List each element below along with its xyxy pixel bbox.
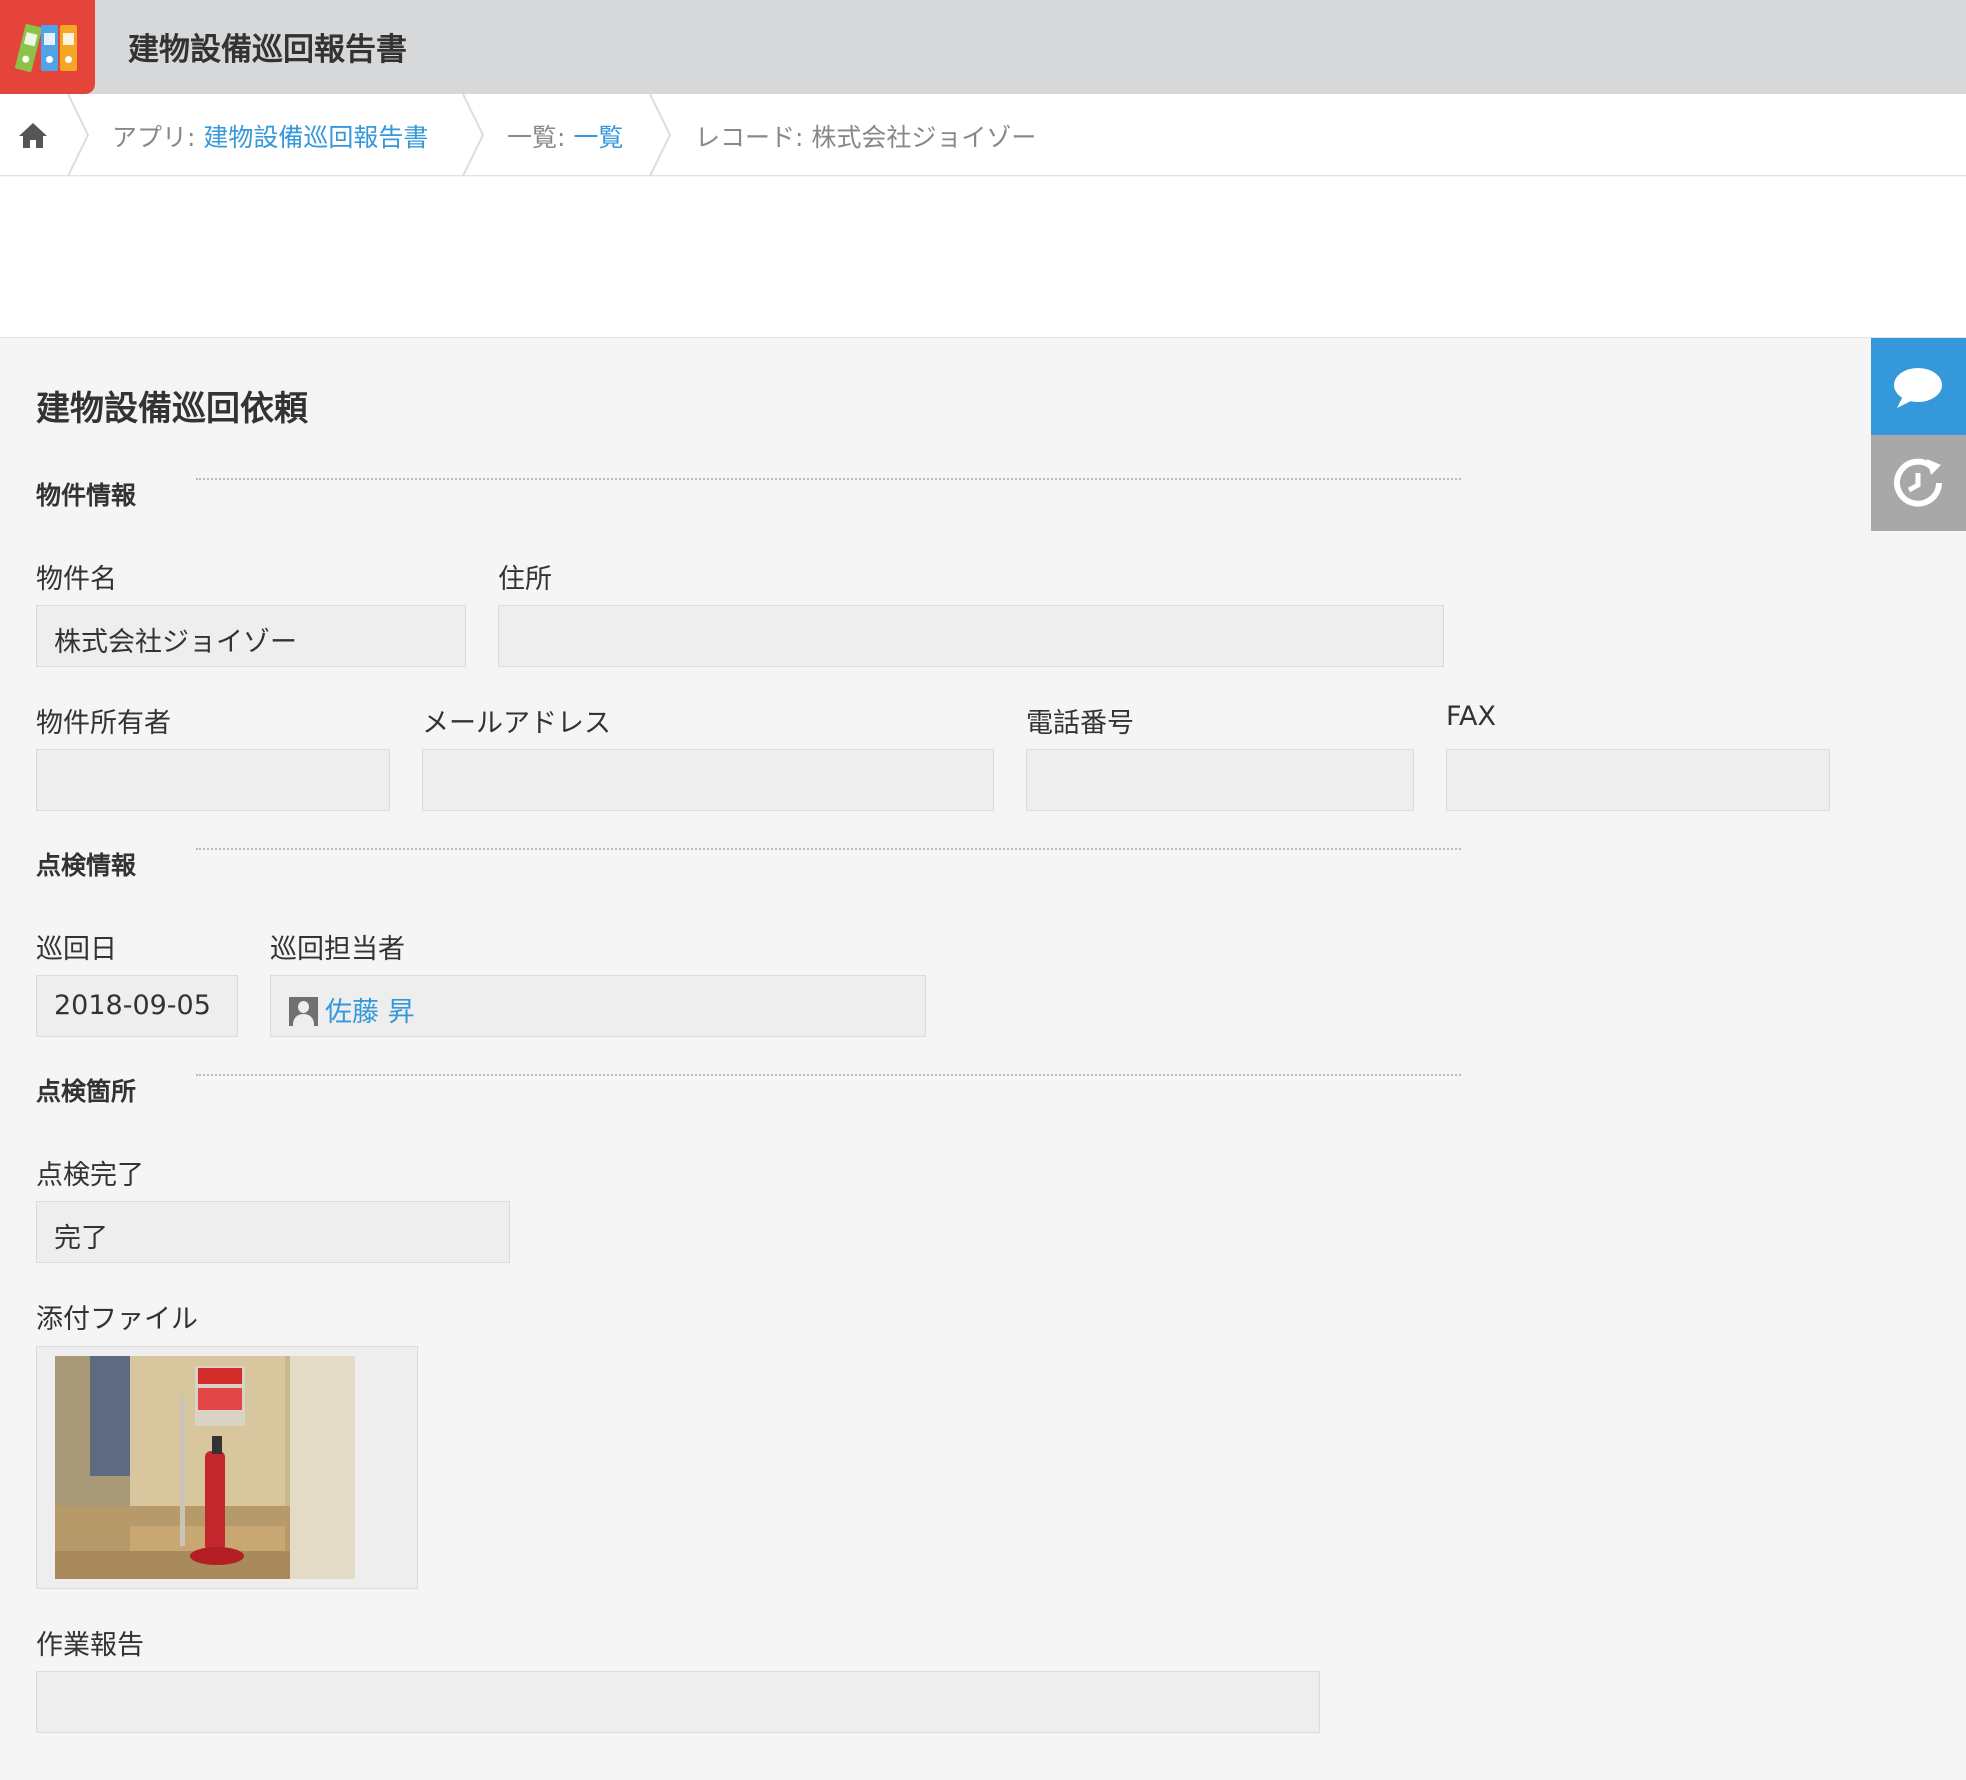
email-label: メールアドレス	[422, 708, 611, 739]
property-name-field: 株式会社ジョイゾー	[36, 605, 466, 667]
binder-green	[14, 23, 43, 73]
section-divider	[196, 1074, 1461, 1076]
section-label-property: 物件情報	[36, 481, 137, 510]
history-icon	[1894, 458, 1942, 507]
fax-field	[1446, 749, 1830, 811]
breadcrumb: アプリ: 建物設備巡回報告書 一覧: 一覧 レコード: 株式会社ジョイゾー	[0, 94, 1966, 176]
breadcrumb-separator	[462, 94, 485, 176]
owner-label: 物件所有者	[36, 708, 171, 739]
phone-label: 電話番号	[1026, 708, 1134, 739]
owner-field	[36, 749, 390, 811]
breadcrumb-app-prefix: アプリ:	[112, 123, 204, 152]
property-name-label: 物件名	[36, 564, 117, 595]
breadcrumb-app-link[interactable]: 建物設備巡回報告書	[203, 123, 428, 152]
breadcrumb-record: レコード: 株式会社ジョイゾー	[695, 123, 1037, 152]
toolbar-area	[0, 177, 1966, 338]
phone-field	[1026, 749, 1414, 811]
user-icon	[289, 997, 318, 1026]
email-field	[422, 749, 994, 811]
section-label-inspection: 点検情報	[36, 851, 137, 880]
address-field	[498, 605, 1444, 667]
history-tab[interactable]	[1871, 435, 1966, 531]
patrol-staff-field: 佐藤 昇	[270, 975, 926, 1037]
section-divider	[196, 478, 1461, 480]
fax-label: FAX	[1446, 701, 1497, 732]
home-icon[interactable]	[17, 120, 49, 150]
patrol-staff-label: 巡回担当者	[270, 934, 405, 965]
binder-blue	[41, 25, 58, 71]
breadcrumb-list: 一覧: 一覧	[507, 118, 623, 154]
patrol-staff-link[interactable]: 佐藤 昇	[325, 997, 415, 1028]
form-title: 建物設備巡回依頼	[36, 389, 308, 429]
app-icon[interactable]	[0, 0, 95, 94]
work-report-label: 作業報告	[36, 1630, 144, 1661]
work-report-field	[36, 1671, 1320, 1733]
attachment-label: 添付ファイル	[36, 1304, 198, 1335]
address-label: 住所	[498, 564, 552, 595]
attachment-field	[36, 1346, 418, 1589]
breadcrumb-separator	[649, 94, 672, 176]
app-header: 建物設備巡回報告書	[0, 0, 1966, 94]
breadcrumb-list-prefix: 一覧:	[507, 123, 574, 152]
app-title: 建物設備巡回報告書	[128, 32, 407, 68]
breadcrumb-separator	[67, 94, 90, 176]
comment-icon	[1894, 368, 1942, 408]
attachment-thumbnail[interactable]	[55, 1356, 355, 1579]
comment-tab[interactable]	[1871, 338, 1966, 435]
inspection-done-field: 完了	[36, 1201, 510, 1263]
section-divider	[196, 848, 1461, 850]
section-label-locations: 点検箇所	[36, 1077, 137, 1106]
patrol-date-label: 巡回日	[36, 934, 117, 965]
breadcrumb-app: アプリ: 建物設備巡回報告書	[112, 118, 428, 154]
breadcrumb-list-link[interactable]: 一覧	[573, 123, 623, 152]
patrol-date-field: 2018-09-05	[36, 975, 238, 1037]
inspection-done-label: 点検完了	[36, 1160, 144, 1191]
binder-orange	[60, 25, 77, 71]
